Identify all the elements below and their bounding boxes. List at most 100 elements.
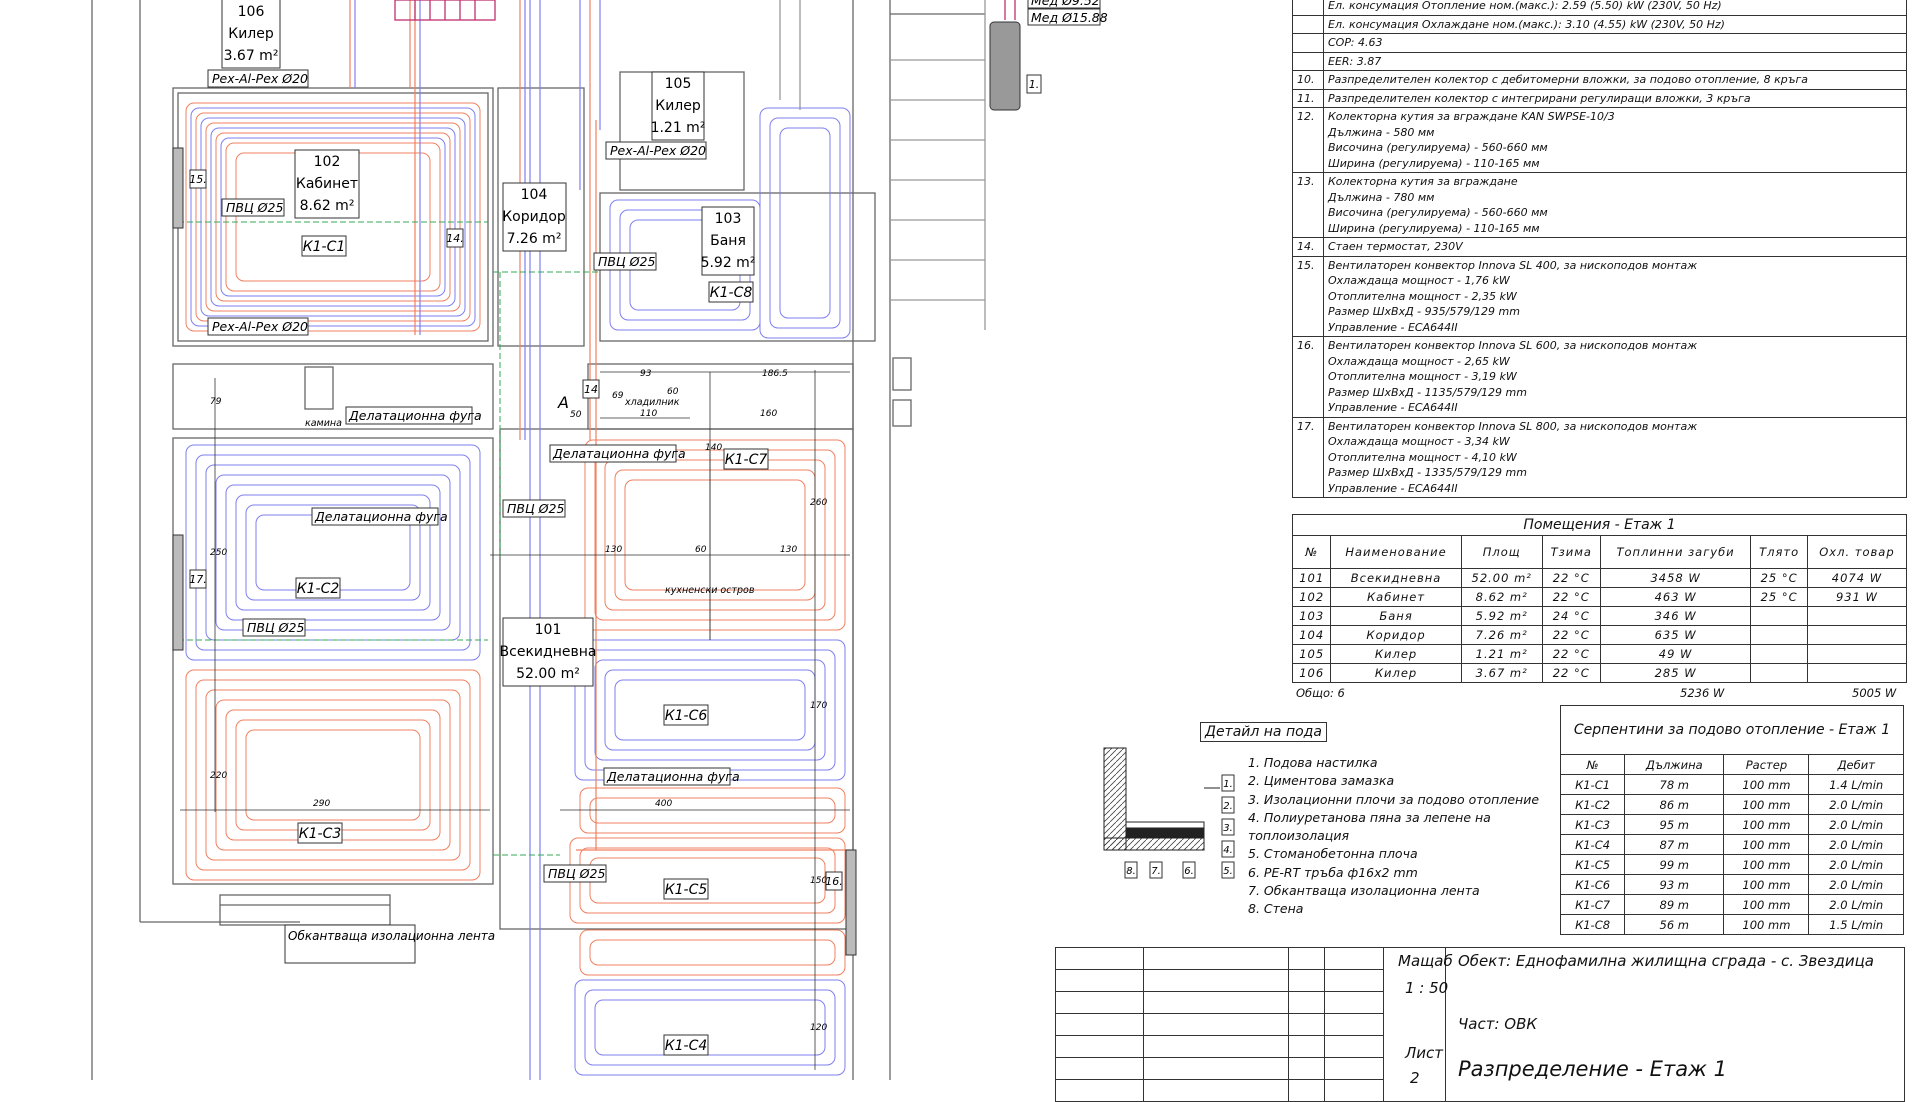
legend-item: 17. Вентилаторен конвектор Innova SL 800,… xyxy=(1292,416,1907,498)
rooms-cell xyxy=(1750,625,1808,645)
svg-text:79: 79 xyxy=(210,397,222,407)
rooms-cell: 105 xyxy=(1291,644,1332,664)
rooms-cell: 3.67 m² xyxy=(1460,663,1543,683)
rooms-cell: 106 xyxy=(1291,663,1332,683)
coils-cell: 100 mm xyxy=(1723,854,1810,875)
legend-item-text: Колекторна кутия за вграждане Дължина - 7… xyxy=(1323,172,1907,238)
svg-text:Коридор: Коридор xyxy=(502,209,566,225)
rooms-col-header: Площ xyxy=(1460,535,1543,569)
coils-cell: 56 m xyxy=(1624,914,1725,935)
rooms-cell xyxy=(1806,644,1908,664)
svg-text:52.00 m²: 52.00 m² xyxy=(516,666,580,682)
legend-item: 12. Колекторна кутия за вграждане KAN SWP… xyxy=(1292,107,1907,173)
marker-17: 17. xyxy=(189,569,207,589)
circuit-tag-c1: К1-С1 xyxy=(301,235,347,257)
svg-text:6.: 6. xyxy=(1184,866,1194,877)
svg-text:К1-С1: К1-С1 xyxy=(303,239,346,255)
svg-text:17.: 17. xyxy=(189,573,207,586)
rooms-cell: 25 °C xyxy=(1750,568,1808,588)
marker-15: 15. xyxy=(189,169,207,189)
svg-text:260: 260 xyxy=(810,498,827,508)
svg-text:110: 110 xyxy=(640,409,657,419)
legend-line: Ширина (регулируема) - 110-165 мм xyxy=(1328,156,1540,170)
rooms-cell: Килер xyxy=(1330,644,1462,664)
joint-label-2: Делатационна фуга xyxy=(311,507,448,526)
table-row: 105 Килер 1.21 m² 22 °C 49 W xyxy=(1291,644,1908,664)
rooms-cell: 49 W xyxy=(1599,644,1752,664)
table-row: 106 Килер 3.67 m² 22 °C 285 W xyxy=(1291,663,1908,683)
svg-text:Мед Ø9.52: Мед Ø9.52 xyxy=(1031,0,1100,8)
legend-num xyxy=(1292,0,1324,16)
title-grid-cell xyxy=(1324,1057,1385,1080)
svg-text:Мед Ø15.88: Мед Ø15.88 xyxy=(1031,10,1108,25)
coils-cell: 1.4 L/min xyxy=(1808,774,1904,795)
svg-text:8.: 8. xyxy=(1126,866,1136,877)
rooms-cell: 635 W xyxy=(1599,625,1752,645)
circuit-tag-c8: К1-С8 xyxy=(708,281,754,303)
coils-cell: 78 m xyxy=(1624,774,1725,795)
table-row: К1-С4 87 m 100 mm 2.0 L/min xyxy=(1559,834,1904,855)
table-row: К1-С6 93 m 100 mm 2.0 L/min xyxy=(1559,874,1904,895)
rooms-cell: 931 W xyxy=(1806,587,1908,607)
callout-7: 7. xyxy=(1149,861,1163,879)
svg-text:5.92 m²: 5.92 m² xyxy=(701,255,756,271)
circuit-tag-c7: К1-С7 xyxy=(723,448,769,470)
legend-table: Ел. консумация Отопление ном.(макс.): 2.… xyxy=(1292,0,1907,498)
table-row: К1-С2 86 m 100 mm 2.0 L/min xyxy=(1559,794,1904,815)
legend-line: Височина (регулируема) - 560-660 мм xyxy=(1328,206,1548,219)
room-101: 101 Всекидневна 52.00 m² xyxy=(500,617,596,687)
rooms-cell: Баня xyxy=(1330,606,1462,626)
svg-text:120: 120 xyxy=(810,1023,827,1033)
legend-item-text: Стаен термостат, 230V xyxy=(1323,237,1907,257)
legend-item: 13. Колекторна кутия за вграждане Дължина … xyxy=(1292,172,1907,238)
svg-text:Обкантваща изолационна лента: Обкантваща изолационна лента xyxy=(288,929,495,943)
svg-text:Pex-Al-Pex Ø20: Pex-Al-Pex Ø20 xyxy=(212,319,308,334)
svg-text:16.: 16. xyxy=(825,875,843,888)
table-row: К1-С5 99 m 100 mm 2.0 L/min xyxy=(1559,854,1904,875)
coils-cell: 1.5 L/min xyxy=(1808,914,1904,935)
svg-text:220: 220 xyxy=(210,771,227,781)
pipe-label-copper-1: Мед Ø15.88 xyxy=(1027,8,1108,26)
rooms-cell xyxy=(1806,663,1908,683)
svg-text:105: 105 xyxy=(665,76,692,92)
legend-item-text: Колекторна кутия за вграждане KAN SWPSE-… xyxy=(1323,107,1907,173)
table-row: К1-С1 78 m 100 mm 1.4 L/min xyxy=(1559,774,1904,795)
total-heat-loss: 5236 W xyxy=(1680,686,1725,700)
fireplace-label: камина xyxy=(305,418,342,429)
title-block: Мащаб 1 : 50 Обект: Еднофамилна жилищна … xyxy=(1054,947,1906,1102)
list-item: 2. Циментова замазка xyxy=(1248,773,1395,789)
legend-text: Ел. консумация Охлаждане ном.(макс.): 3.… xyxy=(1323,14,1907,34)
title-grid-cell xyxy=(1143,1013,1290,1036)
legend-line: Отоплителна мощност - 3,19 kW xyxy=(1328,370,1517,383)
legend-pre-row: Ел. консумация Охлаждане ном.(макс.): 3.… xyxy=(1292,14,1907,34)
coils-cell: 2.0 L/min xyxy=(1808,794,1904,815)
legend-line: Ширина (регулируема) - 110-165 мм xyxy=(1328,221,1540,235)
sheet-label: Лист xyxy=(1405,1044,1444,1062)
svg-text:3.: 3. xyxy=(1223,823,1233,834)
coils-cell: 2.0 L/min xyxy=(1808,874,1904,895)
svg-text:106: 106 xyxy=(238,4,265,20)
joint-label-3: Делатационна фуга xyxy=(549,444,686,463)
floor-detail-title: Детайл на пода xyxy=(1200,722,1327,742)
title-grid-cell xyxy=(1054,947,1145,970)
callout-1: 1. xyxy=(1221,774,1235,792)
list-item: 5. Стоманобетонна плоча xyxy=(1248,846,1418,862)
svg-text:7.: 7. xyxy=(1151,866,1161,877)
list-item: 4. Полиуретанова пяна за лепене на топло… xyxy=(1248,809,1491,844)
coils-cell: К1-С5 xyxy=(1559,854,1626,875)
rooms-cell: 52.00 m² xyxy=(1460,568,1543,588)
coils-cell: К1-С8 xyxy=(1559,914,1626,935)
legend-line: Размер ШхВхД - 1335/579/129 mm xyxy=(1328,466,1527,479)
svg-text:Pex-Al-Pex Ø20: Pex-Al-Pex Ø20 xyxy=(212,71,308,86)
callout-2: 2. xyxy=(1221,796,1235,814)
svg-text:4.: 4. xyxy=(1223,845,1233,856)
svg-text:60: 60 xyxy=(667,387,679,397)
coils-col-header: № xyxy=(1559,754,1626,775)
rooms-cell: 1.21 m² xyxy=(1460,644,1543,664)
legend-item-text: Разпределителен колектор с интегрирани р… xyxy=(1323,88,1907,108)
title-grid-cell xyxy=(1324,947,1385,970)
title-grid-cell xyxy=(1288,1079,1326,1102)
title-grid-cell xyxy=(1324,1035,1385,1058)
legend-text: COP: 4.63 xyxy=(1323,33,1907,53)
coils-cell: К1-С6 xyxy=(1559,874,1626,895)
